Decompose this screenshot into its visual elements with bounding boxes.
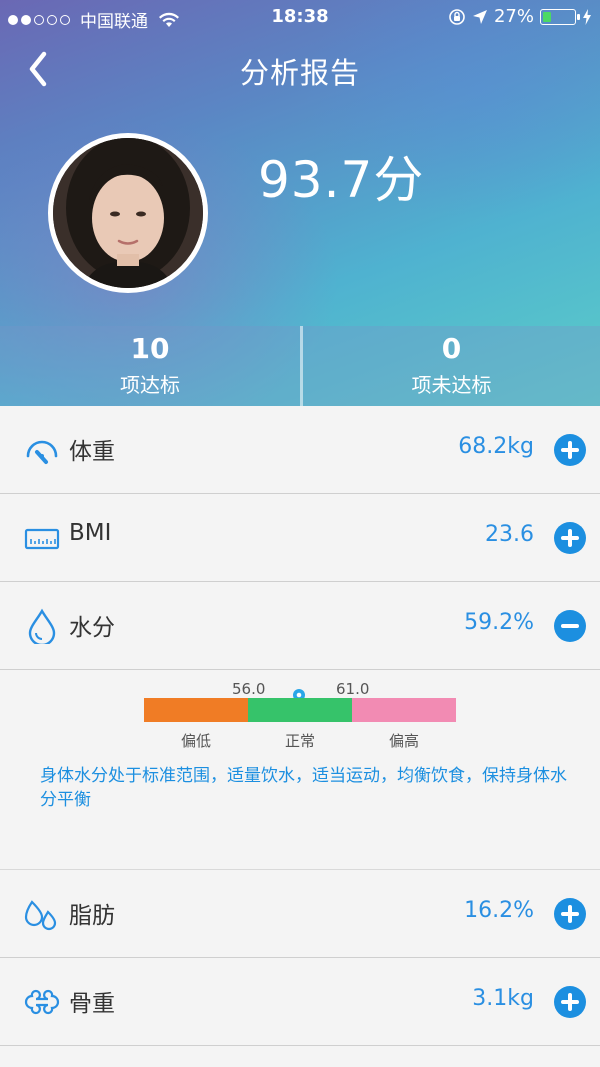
- orientation-lock-icon: [449, 8, 465, 25]
- ruler-icon: [24, 528, 60, 550]
- metric-name: 水分: [69, 615, 115, 641]
- collapse-minus-icon[interactable]: [554, 610, 586, 642]
- metric-row-weight[interactable]: 体重 68.2kg: [0, 406, 600, 494]
- stat-passed[interactable]: 10 项达标: [0, 326, 300, 406]
- metric-row-water[interactable]: 水分 59.2%: [0, 582, 600, 670]
- range-segment-low: [144, 698, 248, 722]
- range-label-high: 偏高: [388, 732, 419, 750]
- range-label-normal: 正常: [284, 732, 315, 750]
- range-labels: 偏低 正常 偏高: [144, 730, 456, 751]
- high-threshold: 61.0: [336, 680, 370, 698]
- low-threshold: 56.0: [232, 680, 266, 698]
- metric-row-bone[interactable]: 骨重 3.1kg: [0, 958, 600, 1046]
- metric-name: 体重: [69, 439, 115, 465]
- charging-bolt-icon: [583, 8, 591, 25]
- expand-plus-icon[interactable]: [554, 522, 586, 554]
- battery-icon: [540, 8, 580, 25]
- metric-row-bmi[interactable]: BMI 23.6: [0, 494, 600, 582]
- metric-value: 3.1kg: [472, 986, 534, 1011]
- metric-row-next[interactable]: [0, 1046, 600, 1067]
- gauge-icon: [26, 440, 58, 464]
- battery-percent: 27%: [493, 6, 534, 27]
- stat-failed-label: 项未达标: [411, 373, 492, 397]
- page-title: 分析报告: [239, 56, 360, 90]
- expand-plus-icon[interactable]: [554, 434, 586, 466]
- status-right: 27%: [448, 6, 592, 27]
- range-segment-normal: [248, 698, 352, 722]
- expand-plus-icon[interactable]: [554, 898, 586, 930]
- metric-value: 68.2kg: [458, 434, 534, 459]
- stat-failed-count: 0: [441, 332, 462, 365]
- stats-summary: 10 项达标 0 项未达标: [0, 326, 600, 406]
- expand-plus-icon[interactable]: [554, 986, 586, 1018]
- water-drop-icon: [28, 608, 56, 644]
- avatar-portrait-icon: [53, 138, 203, 288]
- water-detail-panel: 56.0 61.0 偏低 正常 偏高 身体水分处于标准范围，适量饮水，适当运动，…: [0, 670, 600, 870]
- fat-drops-icon: [24, 900, 57, 931]
- battery-fill: [543, 11, 551, 22]
- stat-passed-label: 项达标: [120, 373, 180, 397]
- metric-name: 骨重: [69, 991, 115, 1017]
- range-segment-high: [352, 698, 456, 722]
- metric-value: 59.2%: [464, 610, 534, 635]
- total-score: 93.7分: [258, 151, 425, 209]
- stat-passed-count: 10: [130, 332, 170, 365]
- metrics-list: 体重 68.2kg BMI 23.6 水分 59.2% 56.0 61.0 偏低…: [0, 406, 600, 1067]
- location-arrow-icon: [472, 9, 487, 24]
- range-thresholds: 56.0 61.0: [0, 680, 600, 707]
- status-bar: 中国联通 18:38 27%: [0, 0, 600, 34]
- bone-icon: [24, 989, 60, 1015]
- water-advice-text: 身体水分处于标准范围，适量饮水，适当运动，均衡饮食，保持身体水分平衡: [40, 766, 567, 810]
- metric-value: 16.2%: [464, 898, 534, 923]
- stat-failed[interactable]: 0 项未达标: [300, 326, 600, 406]
- range-bar: [144, 698, 456, 722]
- metric-name: 脂肪: [69, 903, 115, 929]
- range-label-low: 偏低: [180, 732, 211, 750]
- nav-bar: 分析报告: [0, 40, 600, 96]
- metric-value: 23.6: [485, 522, 534, 547]
- metric-row-fat[interactable]: 脂肪 16.2%: [0, 870, 600, 958]
- avatar[interactable]: [48, 133, 208, 293]
- metric-name: BMI: [69, 520, 112, 546]
